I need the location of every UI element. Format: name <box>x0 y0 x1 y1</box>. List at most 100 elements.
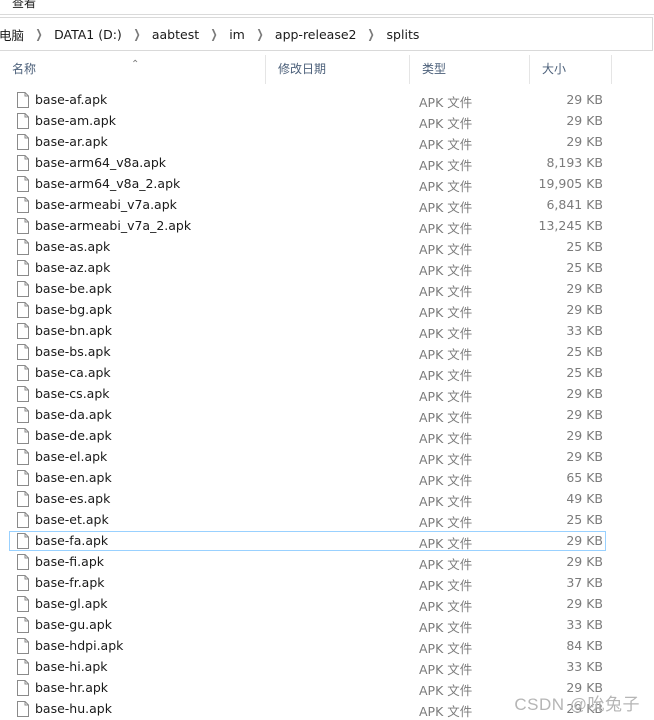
breadcrumb-chevron-icon[interactable]: ❯ <box>206 27 223 41</box>
file-type: APK 文件 <box>419 284 473 299</box>
file-size: 29 KB <box>566 113 603 128</box>
file-name: base-ca.apk <box>35 365 111 380</box>
file-name: base-fr.apk <box>35 575 105 590</box>
file-row[interactable]: base-fr.apk APK 文件 37 KB <box>9 573 606 593</box>
file-name: base-arm64_v8a_2.apk <box>35 176 181 191</box>
file-row[interactable]: base-az.apk APK 文件 25 KB <box>9 258 606 278</box>
file-size: 19,905 KB <box>538 176 603 191</box>
file-row[interactable]: base-ca.apk APK 文件 25 KB <box>9 363 606 383</box>
breadcrumb-chevron-icon[interactable]: ❯ <box>128 27 145 41</box>
file-row[interactable]: base-af.apk APK 文件 29 KB <box>9 90 606 110</box>
file-name: base-be.apk <box>35 281 112 296</box>
file-size: 29 KB <box>566 386 603 401</box>
breadcrumb-chevron-icon[interactable]: ❯ <box>251 27 268 41</box>
breadcrumb-item[interactable]: app-release2 <box>272 27 360 42</box>
file-type: APK 文件 <box>419 389 473 404</box>
file-row[interactable]: base-et.apk APK 文件 25 KB <box>9 510 606 530</box>
column-name[interactable]: 名称 ⌃ <box>0 55 266 84</box>
file-name: base-en.apk <box>35 470 112 485</box>
file-icon <box>17 176 29 192</box>
file-name: base-am.apk <box>35 113 116 128</box>
file-row[interactable]: base-fi.apk APK 文件 29 KB <box>9 552 606 572</box>
column-type[interactable]: 类型 <box>410 55 530 84</box>
address-bar[interactable]: 电脑 ❯ DATA1 (D:) ❯ aabtest ❯ im ❯ app-release2 ❯ sp… <box>0 17 653 51</box>
file-size: 6,841 KB <box>546 197 603 212</box>
file-row[interactable]: base-ar.apk APK 文件 29 KB <box>9 132 606 152</box>
file-icon <box>17 491 29 507</box>
file-row[interactable]: base-hi.apk APK 文件 33 KB <box>9 657 606 677</box>
file-type: APK 文件 <box>419 263 473 278</box>
file-row[interactable]: base-gl.apk APK 文件 29 KB <box>9 594 606 614</box>
file-size: 29 KB <box>566 596 603 611</box>
column-date[interactable]: 修改日期 <box>266 55 410 84</box>
file-row[interactable]: base-be.apk APK 文件 29 KB <box>9 279 606 299</box>
file-name: base-bg.apk <box>35 302 112 317</box>
file-row[interactable]: base-bn.apk APK 文件 33 KB <box>9 321 606 341</box>
file-icon <box>17 155 29 171</box>
breadcrumb-item[interactable]: splits <box>384 27 423 42</box>
file-row[interactable]: base-el.apk APK 文件 29 KB <box>9 447 606 467</box>
file-type: APK 文件 <box>419 200 473 215</box>
file-row[interactable]: base-am.apk APK 文件 29 KB <box>9 111 606 131</box>
file-size: 29 KB <box>566 533 603 548</box>
file-row[interactable]: base-da.apk APK 文件 29 KB <box>9 405 606 425</box>
breadcrumb-item[interactable]: DATA1 (D:) <box>51 27 125 42</box>
file-type: APK 文件 <box>419 662 473 677</box>
breadcrumb-item[interactable]: aabtest <box>149 27 202 42</box>
file-type: APK 文件 <box>419 179 473 194</box>
file-row[interactable]: base-gu.apk APK 文件 33 KB <box>9 615 606 635</box>
file-row[interactable]: base-bs.apk APK 文件 25 KB <box>9 342 606 362</box>
file-name: base-gu.apk <box>35 617 112 632</box>
file-type: APK 文件 <box>419 599 473 614</box>
file-icon <box>17 344 29 360</box>
file-row[interactable]: base-arm64_v8a.apk APK 文件 8,193 KB <box>9 153 606 173</box>
file-type: APK 文件 <box>419 95 473 110</box>
column-size[interactable]: 大小 <box>530 55 612 84</box>
file-name: base-bn.apk <box>35 323 112 338</box>
file-row[interactable]: base-as.apk APK 文件 25 KB <box>9 237 606 257</box>
file-type: APK 文件 <box>419 410 473 425</box>
file-name: base-ar.apk <box>35 134 108 149</box>
menu-bar: 查看 <box>0 0 654 15</box>
file-name: base-cs.apk <box>35 386 110 401</box>
file-type: APK 文件 <box>419 536 473 551</box>
file-size: 84 KB <box>566 638 603 653</box>
file-type: APK 文件 <box>419 221 473 236</box>
file-icon <box>17 575 29 591</box>
file-size: 29 KB <box>566 554 603 569</box>
file-row[interactable]: base-armeabi_v7a_2.apk APK 文件 13,245 KB <box>9 216 606 236</box>
file-icon <box>17 386 29 402</box>
file-name: base-armeabi_v7a_2.apk <box>35 218 192 233</box>
breadcrumb-chevron-icon[interactable]: ❯ <box>363 27 380 41</box>
file-row[interactable]: base-es.apk APK 文件 49 KB <box>9 489 606 509</box>
breadcrumb-chevron-icon[interactable]: ❯ <box>31 27 48 41</box>
file-name: base-fi.apk <box>35 554 104 569</box>
file-size: 8,193 KB <box>546 155 603 170</box>
file-row[interactable]: base-fa.apk APK 文件 29 KB <box>9 531 606 551</box>
file-name: base-et.apk <box>35 512 109 527</box>
breadcrumb-item[interactable]: 电脑 <box>0 25 27 44</box>
file-type: APK 文件 <box>419 137 473 152</box>
file-type: APK 文件 <box>419 473 473 488</box>
file-row[interactable]: base-bg.apk APK 文件 29 KB <box>9 300 606 320</box>
file-name: base-es.apk <box>35 491 111 506</box>
file-icon <box>17 323 29 339</box>
file-icon <box>17 701 29 717</box>
file-icon <box>17 113 29 129</box>
file-type: APK 文件 <box>419 116 473 131</box>
menu-view[interactable]: 查看 <box>12 0 36 11</box>
breadcrumb-item[interactable]: im <box>226 27 248 42</box>
file-row[interactable]: base-en.apk APK 文件 65 KB <box>9 468 606 488</box>
column-name-label: 名称 <box>12 62 37 76</box>
file-size: 33 KB <box>566 323 603 338</box>
file-type: APK 文件 <box>419 347 473 362</box>
file-row[interactable]: base-armeabi_v7a.apk APK 文件 6,841 KB <box>9 195 606 215</box>
file-icon <box>17 197 29 213</box>
file-icon <box>17 365 29 381</box>
file-row[interactable]: base-de.apk APK 文件 29 KB <box>9 426 606 446</box>
file-icon <box>17 134 29 150</box>
file-row[interactable]: base-cs.apk APK 文件 29 KB <box>9 384 606 404</box>
file-size: 29 KB <box>566 449 603 464</box>
file-row[interactable]: base-arm64_v8a_2.apk APK 文件 19,905 KB <box>9 174 606 194</box>
file-row[interactable]: base-hdpi.apk APK 文件 84 KB <box>9 636 606 656</box>
